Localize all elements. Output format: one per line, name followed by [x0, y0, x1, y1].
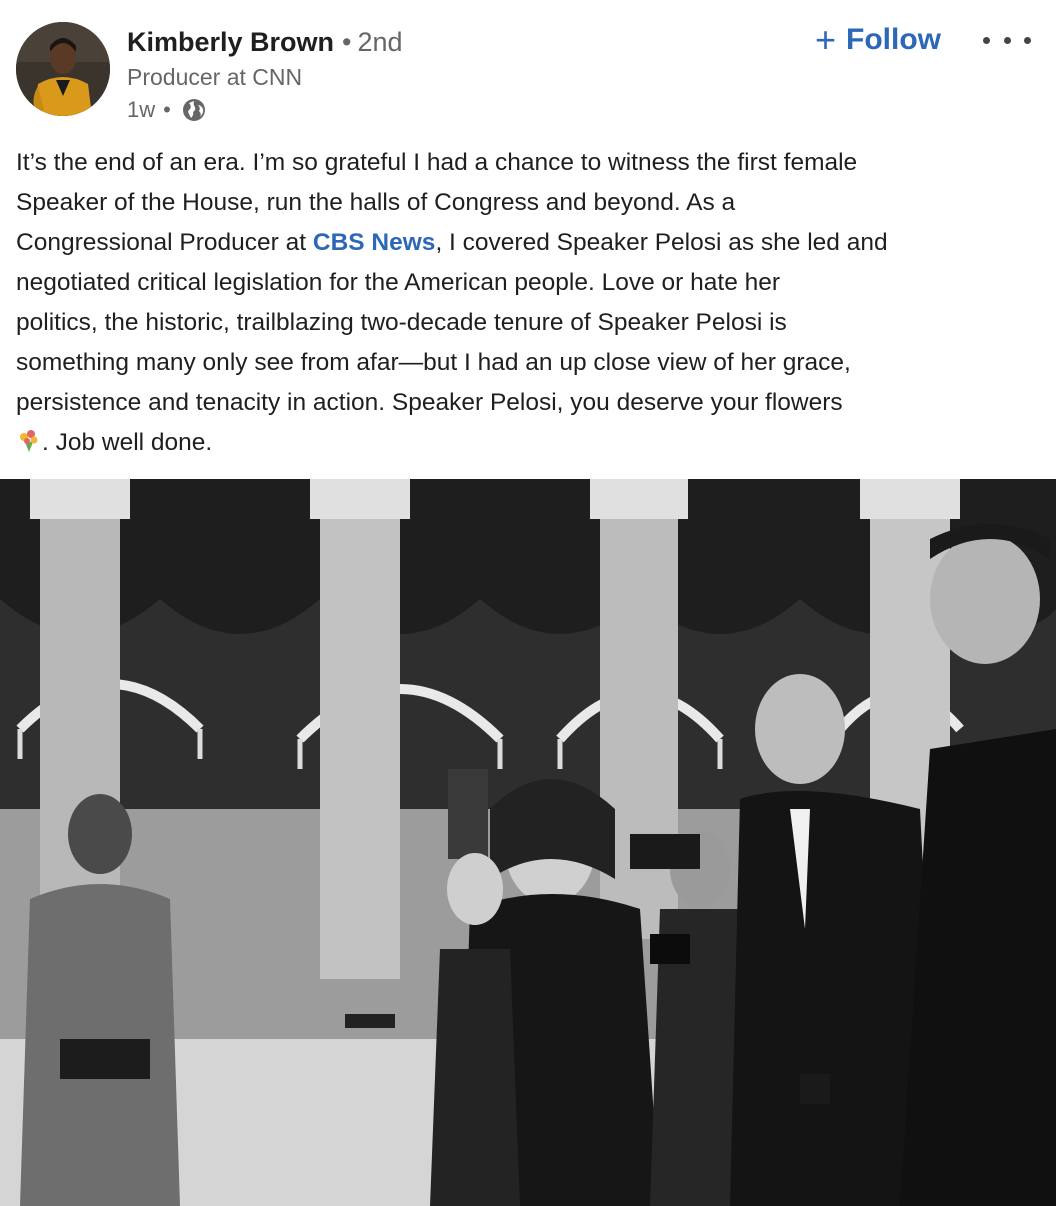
- post-line: Congressional Producer at CBS News, I co…: [16, 223, 1046, 263]
- post-header: Kimberly Brown • 2nd Producer at CNN 1w • …: [0, 0, 1056, 140]
- post-timestamp: 1w: [127, 97, 156, 122]
- follow-button[interactable]: + Follow: [815, 20, 941, 60]
- globe-icon: [181, 97, 207, 123]
- plus-icon: +: [815, 19, 837, 60]
- post-line: It’s the end of an era. I’m so grateful …: [16, 149, 858, 176]
- post-text-segment: Congressional Producer at: [16, 229, 313, 256]
- author-name-row: Kimberly Brown • 2nd: [127, 26, 403, 58]
- author-headline: Producer at CNN: [127, 64, 303, 90]
- follow-label: Follow: [846, 23, 942, 56]
- connection-degree: 2nd: [357, 27, 403, 57]
- separator-dot: •: [163, 97, 171, 122]
- ellipsis-icon: [1003, 36, 1011, 44]
- post-body: It’s the end of an era. I’m so grateful …: [16, 143, 1046, 463]
- post-line: . Job well done.: [16, 423, 1046, 463]
- post-text-segment: , I covered Speaker Pelosi as she led an…: [435, 229, 888, 256]
- author-avatar[interactable]: [16, 22, 110, 116]
- author-name[interactable]: Kimberly Brown: [127, 27, 334, 57]
- separator-dot: •: [342, 27, 352, 57]
- company-mention-link[interactable]: CBS News: [313, 229, 436, 256]
- bouquet-emoji-icon: [16, 427, 42, 453]
- post-text-segment: . Job well done.: [42, 429, 213, 456]
- post-line: Speaker of the House, run the halls of C…: [16, 189, 736, 216]
- post-line: something many only see from afar—but I …: [16, 349, 851, 376]
- post-line: negotiated critical legislation for the …: [16, 269, 781, 296]
- more-options-button[interactable]: [983, 24, 1031, 56]
- post-line: persistence and tenacity in action. Spea…: [16, 389, 843, 416]
- post-meta: 1w •: [127, 95, 207, 125]
- post-image[interactable]: [0, 479, 1056, 1206]
- post-line: politics, the historic, trailblazing two…: [16, 309, 787, 336]
- ellipsis-icon: [1024, 36, 1031, 44]
- ellipsis-icon: [983, 36, 990, 44]
